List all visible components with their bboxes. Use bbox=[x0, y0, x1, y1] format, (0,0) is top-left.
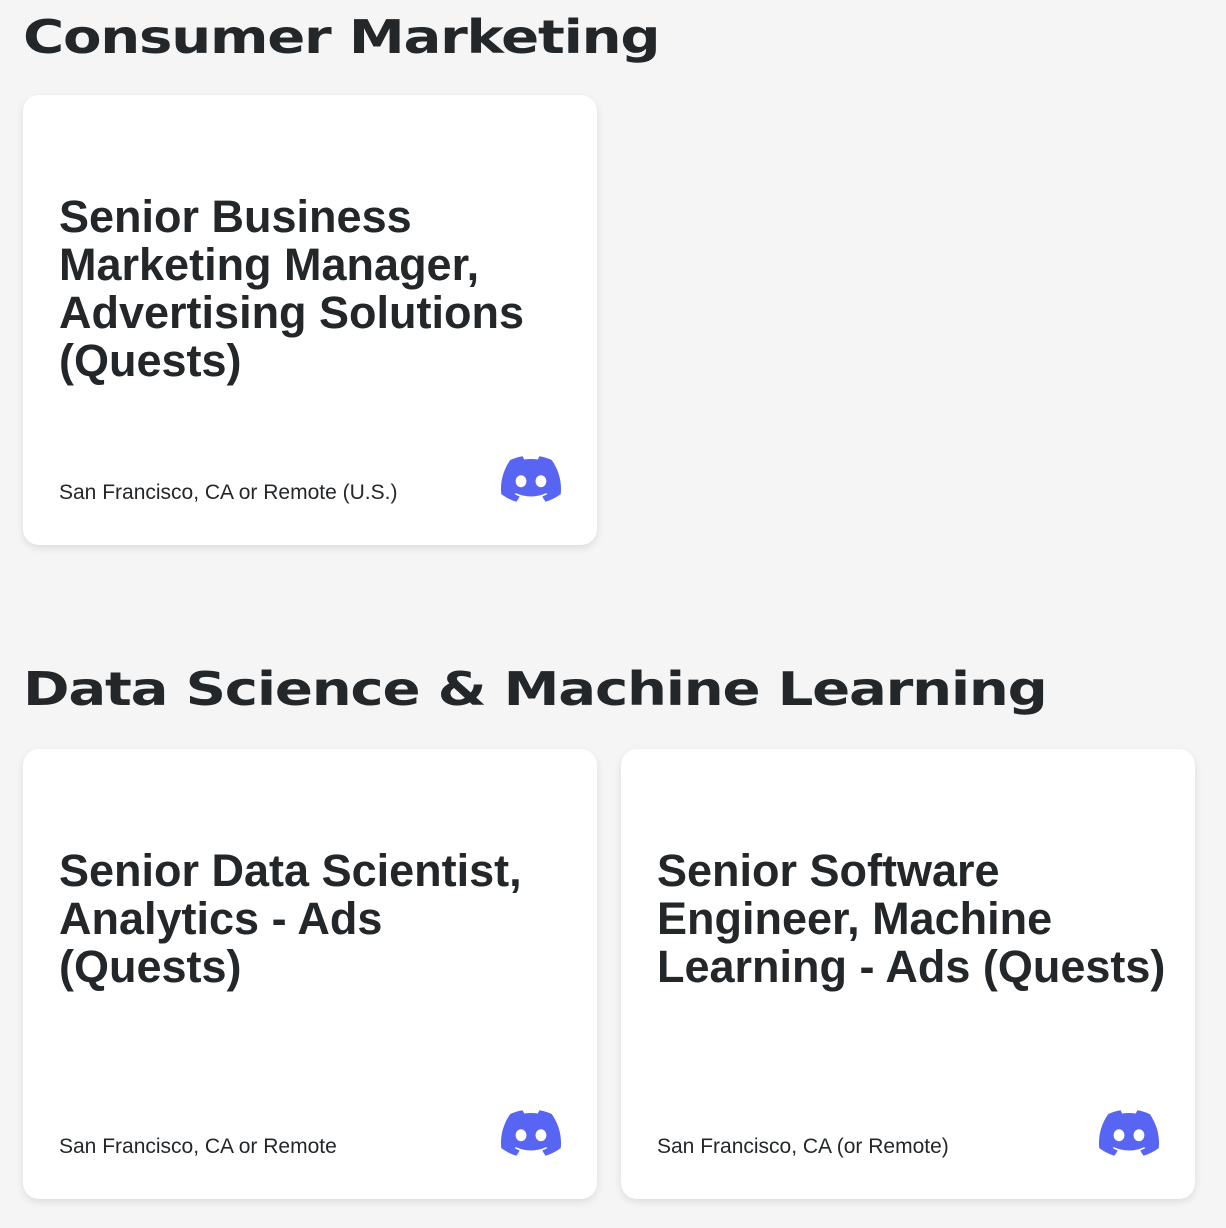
job-card[interactable]: Senior Software Engineer, Machine Learni… bbox=[621, 749, 1195, 1199]
job-location: San Francisco, CA or Remote bbox=[59, 1135, 337, 1158]
discord-logo-icon bbox=[1099, 1109, 1159, 1157]
job-card[interactable]: Senior Business Marketing Manager, Adver… bbox=[23, 95, 597, 545]
job-card[interactable]: Senior Data Scientist, Analytics - Ads (… bbox=[23, 749, 597, 1199]
section-title-consumer-marketing: Consumer Marketing bbox=[23, 10, 661, 64]
section-title-data-science: Data Science & Machine Learning bbox=[23, 662, 1048, 716]
discord-logo-icon bbox=[501, 1109, 561, 1157]
job-location: San Francisco, CA (or Remote) bbox=[657, 1135, 949, 1158]
job-title: Senior Business Marketing Manager, Adver… bbox=[59, 191, 525, 386]
job-title: Senior Data Scientist, Analytics - Ads (… bbox=[59, 845, 522, 992]
job-location: San Francisco, CA or Remote (U.S.) bbox=[59, 481, 398, 504]
discord-logo-icon bbox=[501, 455, 561, 503]
job-title: Senior Software Engineer, Machine Learni… bbox=[657, 845, 1166, 992]
